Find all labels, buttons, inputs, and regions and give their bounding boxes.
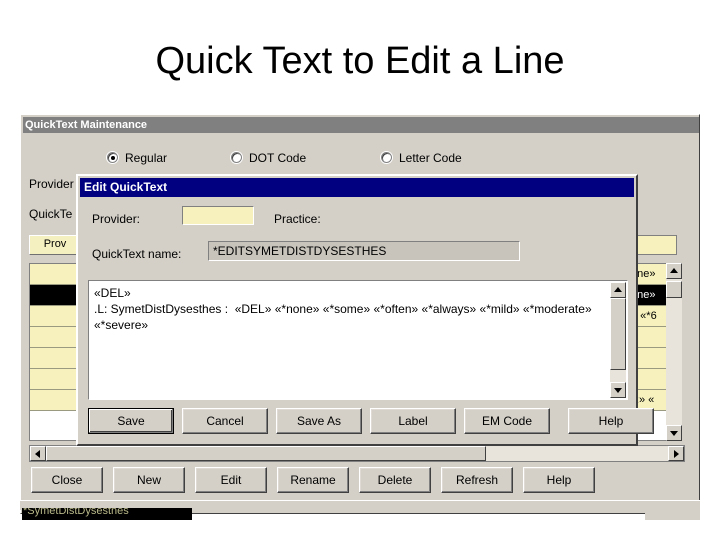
quicktext-name-label: QuickText name: xyxy=(92,247,182,261)
slide-canvas: Quick Text to Edit a Line QuickText Main… xyxy=(0,0,720,540)
rename-button-label: Rename xyxy=(290,473,336,487)
memo-scroll-down-button[interactable] xyxy=(610,382,626,398)
quicktext-grid-left[interactable] xyxy=(29,263,81,441)
scroll-left-button[interactable] xyxy=(30,446,46,461)
hscrollbar-thumb[interactable] xyxy=(46,446,486,461)
scrollbar-track[interactable] xyxy=(666,279,682,425)
close-button-label: Close xyxy=(51,473,83,487)
radio-letter-code[interactable]: Letter Code xyxy=(381,151,462,165)
triangle-left-icon xyxy=(35,449,40,458)
dialog-button-bar: Save Cancel Save As Label EM Code Help xyxy=(78,408,654,438)
refresh-button[interactable]: Refresh xyxy=(441,467,513,493)
grid-horizontal-scrollbar[interactable] xyxy=(29,445,685,462)
radio-regular[interactable]: Regular xyxy=(107,151,167,165)
triangle-down-icon xyxy=(670,431,678,436)
table-row[interactable] xyxy=(30,369,80,390)
radio-dot-code-icon xyxy=(231,152,242,163)
memo-scrollbar-track[interactable] xyxy=(610,298,626,382)
dialog-provider-label: Provider: xyxy=(92,212,141,226)
memo-scroll-up-button[interactable] xyxy=(610,282,626,298)
radio-letter-code-icon xyxy=(381,152,392,163)
radio-dot-code[interactable]: DOT Code xyxy=(231,151,306,165)
scroll-up-button[interactable] xyxy=(666,263,682,279)
quicktext-name-input[interactable]: *EDITSYMETDISTDYSESTHES xyxy=(208,241,520,261)
label-button[interactable]: Label xyxy=(370,408,456,434)
table-row[interactable] xyxy=(30,327,80,348)
help-button-label: Help xyxy=(546,473,572,487)
window-titlebar: QuickText Maintenance xyxy=(23,117,699,133)
close-button[interactable]: Close xyxy=(31,467,103,493)
table-row[interactable] xyxy=(30,285,80,306)
save-as-button[interactable]: Save As xyxy=(276,408,362,434)
main-button-bar: Close New Edit Rename Delete Refresh Hel… xyxy=(21,467,701,499)
grid-vertical-scrollbar[interactable] xyxy=(666,263,682,441)
table-row[interactable] xyxy=(30,306,80,327)
radio-dot-code-label: DOT Code xyxy=(249,151,307,165)
dialog-help-button[interactable]: Help xyxy=(568,408,654,434)
edit-quicktext-dialog: Edit QuickText Provider: Practice: Quick… xyxy=(76,174,654,446)
memo-content: «DEL» .L: SymetDistDysesthes : «DEL» «*n… xyxy=(94,286,592,332)
dialog-practice-label: Practice: xyxy=(274,212,321,226)
radio-regular-icon xyxy=(107,152,118,163)
page-title: Quick Text to Edit a Line xyxy=(155,40,565,82)
delete-button-label: Delete xyxy=(377,473,413,487)
status-text: *SymetDistDysesthes xyxy=(23,508,129,517)
status-bar-right-segment xyxy=(645,508,700,520)
save-as-button-label: Save As xyxy=(296,414,342,428)
memo-vertical-scrollbar[interactable] xyxy=(610,282,626,398)
triangle-up-icon xyxy=(670,268,678,273)
quicktext-label-background: QuickTe xyxy=(29,207,73,221)
edit-button[interactable]: Edit xyxy=(195,467,267,493)
radio-regular-label: Regular xyxy=(125,151,168,165)
scrollbar-thumb[interactable] xyxy=(666,281,682,298)
label-button-label: Label xyxy=(398,414,428,428)
quicktext-memo-editor[interactable]: «DEL» .L: SymetDistDysesthes : «DEL» «*n… xyxy=(88,280,628,400)
status-badge: *SymetDistDysesthes xyxy=(22,508,192,520)
save-button-label: Save xyxy=(117,414,145,428)
provider-label-background: Provider xyxy=(29,177,74,191)
edit-button-label: Edit xyxy=(220,473,242,487)
rename-button[interactable]: Rename xyxy=(277,467,349,493)
memo-scrollbar-thumb[interactable] xyxy=(610,298,626,370)
dialog-titlebar: Edit QuickText xyxy=(80,178,634,197)
refresh-button-label: Refresh xyxy=(455,473,499,487)
em-code-button[interactable]: EM Code xyxy=(464,408,550,434)
radio-letter-code-label: Letter Code xyxy=(399,151,462,165)
code-type-radio-group: Regular DOT Code Letter Code xyxy=(21,147,701,171)
table-row[interactable] xyxy=(30,264,80,285)
scroll-down-button[interactable] xyxy=(666,425,682,441)
triangle-up-icon xyxy=(614,287,622,292)
scroll-right-button[interactable] xyxy=(668,446,684,461)
em-code-button-label: EM Code xyxy=(481,414,533,428)
save-button[interactable]: Save xyxy=(88,408,174,434)
delete-button[interactable]: Delete xyxy=(359,467,431,493)
new-button-label: New xyxy=(136,473,161,487)
help-button[interactable]: Help xyxy=(523,467,595,493)
table-row[interactable] xyxy=(30,348,80,369)
cancel-button-label: Cancel xyxy=(206,414,244,428)
new-button[interactable]: New xyxy=(113,467,185,493)
table-row[interactable] xyxy=(30,390,80,411)
provider-input[interactable] xyxy=(182,206,254,225)
dialog-help-button-label: Help xyxy=(598,414,624,428)
grid-column-header-prov[interactable]: Prov xyxy=(29,235,81,255)
cancel-button[interactable]: Cancel xyxy=(182,408,268,434)
triangle-right-icon xyxy=(674,449,679,458)
triangle-down-icon xyxy=(614,388,622,393)
